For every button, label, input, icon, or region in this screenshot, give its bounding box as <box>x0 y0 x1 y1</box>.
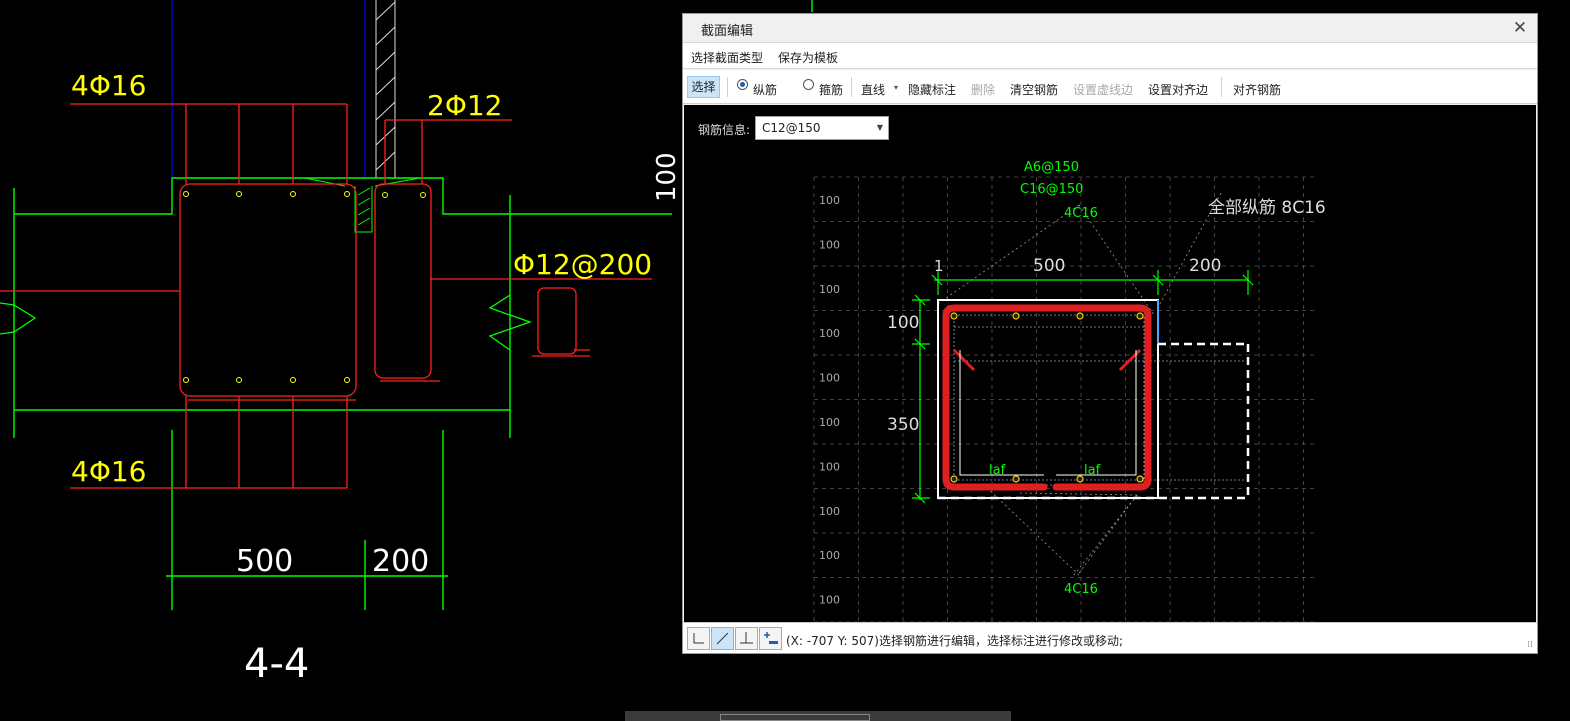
annot-c16: C16@150 <box>1020 182 1083 197</box>
toolbar-separator <box>851 77 852 97</box>
line-dropdown[interactable]: 直线 <box>861 81 885 98</box>
grid-label: 100 <box>819 327 840 340</box>
toolbar-separator <box>727 77 728 97</box>
rebar-point <box>1012 312 1020 320</box>
longitudinal-radio[interactable] <box>737 79 748 90</box>
perpendicular-snap-icon[interactable] <box>735 627 758 650</box>
chevron-down-icon: ▼ <box>876 123 883 132</box>
grid-label: 100 <box>819 194 840 207</box>
grid-label: 100 <box>819 505 840 518</box>
set-align-edge-button[interactable]: 设置对齐边 <box>1148 81 1208 98</box>
rebar-label-2phi12: 2Φ12 <box>427 89 502 122</box>
stirrup-hooks <box>952 348 1142 372</box>
taskbar-strip <box>625 711 1011 721</box>
set-dashed-edge-button[interactable]: 设置虚线边 <box>1073 81 1133 98</box>
grid-label: 100 <box>819 549 840 562</box>
section-canvas[interactable]: 钢筋信息: C12@150 ▼ 100 100 100 100 100 100 100 100… <box>684 105 1536 622</box>
status-bar: (X: -707 Y: 507)选择钢筋进行编辑，选择标注进行修改或移动; ⁞⁞ <box>683 622 1537 653</box>
grid-label: 100 <box>819 238 840 251</box>
section-editor-dialog: 截面编辑 ✕ 选择截面类型 保存为模板 选择 纵筋 箍筋 直线 ▾ 隐藏标注 删… <box>682 13 1538 654</box>
laf-left: laf <box>989 463 1006 478</box>
grid-label: 100 <box>819 372 840 385</box>
close-icon[interactable]: ✕ <box>1509 17 1531 39</box>
all-longitudinal: 全部纵筋 8C16 <box>1208 198 1326 218</box>
section-drawing: 100 100 100 100 100 100 100 100 100 100 A6@150 C1… <box>813 160 1326 622</box>
hide-dims-button[interactable]: 隐藏标注 <box>908 81 956 98</box>
taskbar-item[interactable] <box>720 714 870 721</box>
grid-label: 100 <box>819 594 840 607</box>
chevron-down-icon[interactable]: ▾ <box>894 83 898 92</box>
dim-200: 200 <box>372 544 429 579</box>
dim-350: 350 <box>887 415 919 435</box>
weld-hatch <box>304 177 421 233</box>
dialog-menubar: 选择截面类型 保存为模板 <box>683 42 1537 69</box>
dim-100: 100 <box>887 313 919 333</box>
grid-label: 100 <box>819 283 840 296</box>
dim-500: 500 <box>236 544 293 579</box>
rebar-points <box>950 312 1144 483</box>
section-outline <box>937 299 1159 499</box>
menu-section-type[interactable]: 选择截面类型 <box>691 49 763 66</box>
annot-4c16-top: 4C16 <box>1064 206 1098 221</box>
menu-save-template[interactable]: 保存为模板 <box>778 49 838 66</box>
section-label: 4-4 <box>244 641 309 687</box>
grid-label: 100 <box>819 460 840 473</box>
rebar-info-label: 钢筋信息: <box>698 123 751 137</box>
rebar-label-top: 4Φ16 <box>71 69 146 102</box>
ortho-snap-icon[interactable] <box>687 627 710 650</box>
line-snap-icon[interactable] <box>711 627 734 650</box>
rebar-point <box>1076 312 1084 320</box>
stirrup-radio[interactable] <box>803 79 814 90</box>
grid-lines <box>813 176 1316 622</box>
annot-4c16-bottom: 4C16 <box>1064 582 1098 597</box>
dialog-title: 截面编辑 <box>701 24 754 39</box>
leader-lines <box>938 192 1222 576</box>
stirrup-label[interactable]: 箍筋 <box>819 81 843 98</box>
dialog-titlebar[interactable]: 截面编辑 ✕ <box>683 14 1537 41</box>
grid-labels: 100 100 100 100 100 100 100 100 100 100 <box>819 194 840 607</box>
resize-grip-icon[interactable]: ⁞⁞ <box>1527 640 1533 650</box>
rebar-point <box>950 312 958 320</box>
laf-right: laf <box>1084 463 1101 478</box>
dialog-toolbar: 选择 纵筋 箍筋 直线 ▾ 隐藏标注 删除 清空钢筋 设置虚线边 设置对齐边 对… <box>683 70 1537 104</box>
rebar-point <box>950 475 958 483</box>
rebar-point <box>1012 475 1020 483</box>
delete-button[interactable]: 删除 <box>971 81 995 98</box>
dim-100-vertical: 100 <box>652 152 682 202</box>
rebar-point <box>1136 475 1144 483</box>
align-rebar-button[interactable]: 对齐钢筋 <box>1233 81 1281 98</box>
rebar-cage <box>0 103 652 489</box>
break-line <box>0 302 37 335</box>
dimension-lines <box>912 270 1254 504</box>
stirrup <box>942 304 1152 491</box>
rebar-label-bottom: 4Φ16 <box>71 455 146 488</box>
add-point-icon[interactable] <box>759 627 782 650</box>
status-text: (X: -707 Y: 507)选择钢筋进行编辑，选择标注进行修改或移动; <box>786 634 1124 648</box>
grid-label: 100 <box>819 416 840 429</box>
dim-1: 1 <box>934 257 944 275</box>
stirrup-inner-line <box>959 350 1137 476</box>
dim-500: 500 <box>1033 256 1065 276</box>
rebar-point <box>1136 312 1144 320</box>
rebar-label-stirrup: Φ12@200 <box>513 248 652 281</box>
rebar-point <box>1076 475 1084 483</box>
rebar-info-value: C12@150 <box>762 121 821 135</box>
dim-200: 200 <box>1189 256 1221 276</box>
select-button[interactable]: 选择 <box>687 76 720 98</box>
inner-guides <box>953 314 1244 486</box>
annot-a6: A6@150 <box>1024 160 1079 175</box>
longitudinal-label[interactable]: 纵筋 <box>753 81 777 98</box>
toolbar-separator <box>1221 77 1222 97</box>
clear-rebar-button[interactable]: 清空钢筋 <box>1010 81 1058 98</box>
rebar-info-select[interactable]: C12@150 ▼ <box>755 116 889 140</box>
rebar-dots <box>183 191 426 383</box>
